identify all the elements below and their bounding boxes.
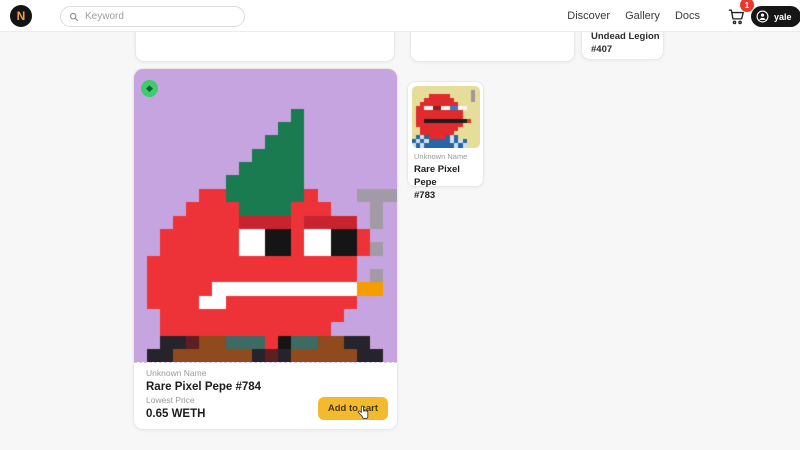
nft-card-featured[interactable]: ◆ Unknown Name Rare Pixel Pepe #784 Lowe… (133, 68, 398, 430)
search-icon (69, 12, 79, 22)
gem-icon: ◆ (146, 84, 153, 93)
featured-artwork: ◆ (134, 69, 397, 363)
search-box[interactable] (60, 6, 245, 27)
undead-legion-id: #407 (591, 44, 612, 55)
price-label: Lowest Price (146, 395, 205, 405)
small-title-name: Rare Pixel Pepe (414, 164, 460, 188)
nav-link-discover[interactable]: Discover (567, 10, 610, 22)
app-screen: Undead Legion #407 N Discover Gallery Do… (0, 0, 800, 450)
add-to-cart-button[interactable]: Add to cart (318, 397, 388, 420)
small-title-id: #783 (414, 190, 435, 201)
price-value: 0.65 WETH (146, 408, 205, 420)
user-name: yale (774, 12, 792, 22)
small-pixel-art (412, 86, 480, 148)
search-input[interactable] (85, 11, 236, 22)
brand-logo[interactable]: N (10, 5, 32, 27)
rarity-gem-badge: ◆ (141, 80, 158, 97)
nft-card-small[interactable]: Unknown Name Rare Pixel Pepe #783 (407, 81, 484, 187)
featured-meta: Unknown Name Rare Pixel Pepe #784 (134, 363, 397, 393)
nav-link-gallery[interactable]: Gallery (625, 10, 660, 22)
featured-title: Rare Pixel Pepe #784 (146, 381, 385, 393)
undead-legion-name: Undead Legion (591, 31, 660, 42)
featured-pixel-art (134, 69, 397, 363)
user-avatar-icon (756, 10, 769, 23)
user-menu-button[interactable]: yale (751, 6, 800, 27)
small-artwork (412, 86, 480, 148)
featured-price-block: Lowest Price 0.65 WETH (146, 395, 205, 420)
top-navbar: N Discover Gallery Docs 1 (0, 0, 800, 32)
brand-logo-letter: N (17, 9, 26, 23)
small-title: Rare Pixel Pepe #783 (408, 163, 483, 202)
featured-pricebar: Lowest Price 0.65 WETH Add to cart (146, 395, 388, 420)
nav-link-docs[interactable]: Docs (675, 10, 700, 22)
nav-links: Discover Gallery Docs (567, 0, 700, 32)
small-owner-label: Unknown Name (408, 148, 483, 161)
cart-button[interactable]: 1 (727, 7, 747, 27)
featured-owner-label: Unknown Name (146, 368, 385, 378)
